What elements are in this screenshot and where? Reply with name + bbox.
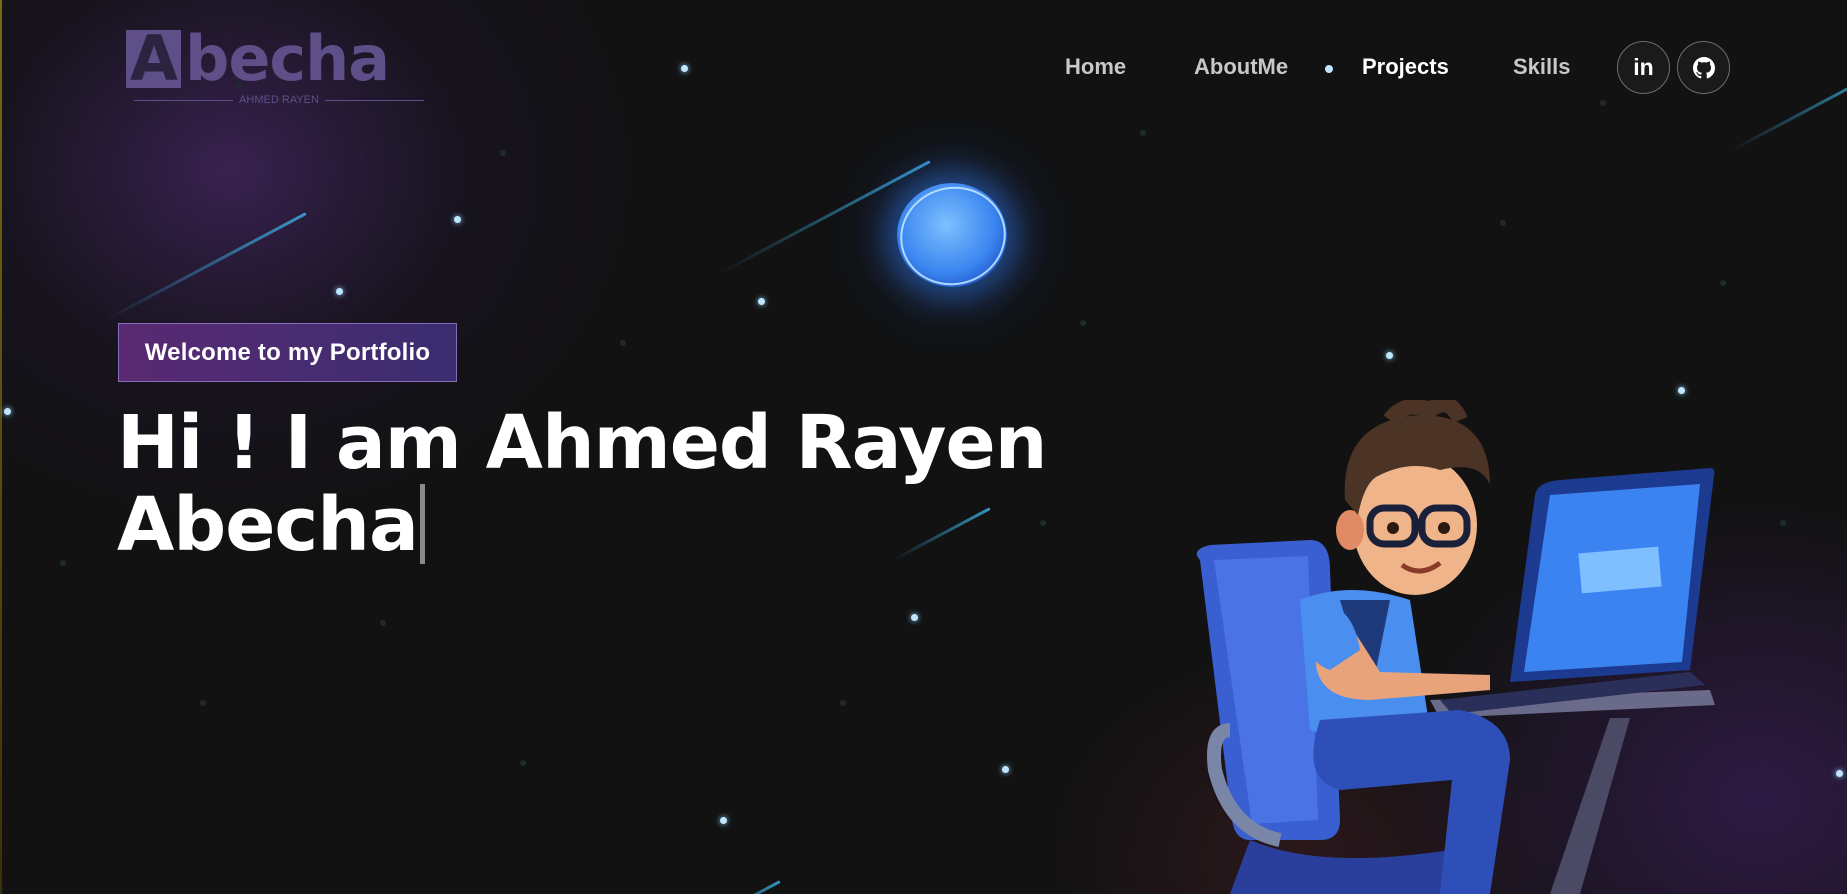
star [720,817,727,824]
logo-wordmark: Abecha [126,28,390,90]
nav-skills[interactable]: Skills [1513,54,1570,80]
star [454,216,461,223]
star [520,760,526,766]
star [336,288,343,295]
star [500,150,506,156]
nav-home[interactable]: Home [1065,54,1126,80]
site-logo[interactable]: Abecha AHMED RAYEN [126,28,426,108]
typing-cursor [419,484,425,564]
star [620,340,626,346]
divider [134,99,234,101]
headline-line-1: Hi ! I am Ahmed Rayen [117,400,1047,486]
shooting-star [1729,70,1847,153]
star [1678,387,1685,394]
welcome-badge: Welcome to my Portfolio [118,323,457,382]
logo-subtitle-row: AHMED RAYEN [134,94,424,106]
orb-ring [889,175,1017,297]
star [758,298,765,305]
divider [324,99,424,101]
active-nav-indicator [1325,65,1333,73]
logo-rest: becha [184,22,390,95]
star [60,560,66,566]
linkedin-button[interactable]: in [1617,41,1670,94]
star [380,620,386,626]
star [1002,766,1009,773]
left-edge-accent [0,0,2,894]
star [1780,520,1786,526]
star [1720,280,1726,286]
hero-headline: Hi ! I am Ahmed Rayen Abecha [117,400,1047,568]
star [1386,352,1393,359]
star [840,700,846,706]
star [1836,770,1843,777]
star [200,700,206,706]
github-button[interactable] [1677,41,1730,94]
nav-aboutme[interactable]: AboutMe [1194,54,1288,80]
star [681,65,688,72]
developer-avatar-illustration [1196,400,1715,894]
star [4,408,11,415]
star [1140,130,1146,136]
star [911,614,918,621]
logo-initial: A [126,28,181,90]
github-icon [1692,56,1715,78]
headline-line-2: Abecha [117,482,419,568]
shooting-star [708,880,781,894]
logo-subtitle: AHMED RAYEN [239,94,319,106]
star [1500,220,1506,226]
star [1600,100,1606,106]
linkedin-icon: in [1633,54,1654,80]
nav-projects[interactable]: Projects [1362,54,1449,80]
star [1080,320,1086,326]
shooting-star [102,212,307,323]
shooting-star [717,160,931,276]
